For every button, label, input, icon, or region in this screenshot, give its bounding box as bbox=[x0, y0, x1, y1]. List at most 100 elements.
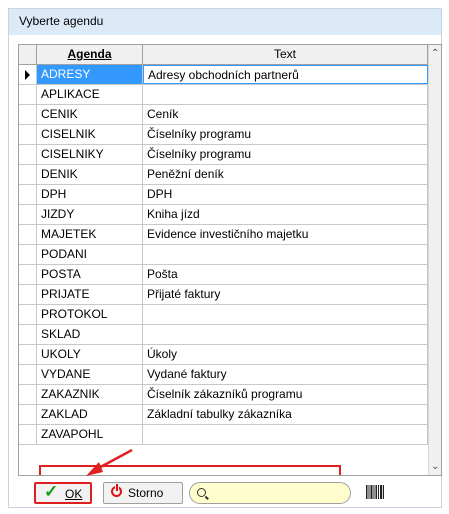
row-indicator bbox=[19, 205, 37, 224]
row-indicator bbox=[19, 65, 37, 84]
row-indicator bbox=[19, 85, 37, 104]
cell-agenda[interactable]: ZAVAPOHL bbox=[37, 425, 143, 444]
cell-agenda[interactable]: DENIK bbox=[37, 165, 143, 184]
ok-button[interactable]: ✓ OK bbox=[34, 482, 92, 504]
row-indicator bbox=[19, 105, 37, 124]
row-indicator bbox=[19, 305, 37, 324]
ok-button-label: OK bbox=[65, 487, 83, 501]
table-row[interactable]: ZAVAPOHL bbox=[19, 425, 428, 445]
cell-text[interactable]: DPH bbox=[143, 185, 428, 204]
cell-agenda[interactable]: POSTA bbox=[37, 265, 143, 284]
cell-text[interactable] bbox=[143, 85, 428, 104]
cell-text[interactable]: Kniha jízd bbox=[143, 205, 428, 224]
table-row[interactable]: SKLAD bbox=[19, 325, 428, 345]
cell-agenda[interactable]: ADRESY bbox=[37, 65, 143, 84]
annotation-highlight-box bbox=[39, 465, 341, 475]
row-indicator bbox=[19, 285, 37, 304]
title-bar: Vyberte agendu bbox=[9, 9, 441, 35]
cell-text[interactable]: Číselníky programu bbox=[143, 125, 428, 144]
cell-text[interactable]: Peněžní deník bbox=[143, 165, 428, 184]
search-input[interactable] bbox=[212, 485, 348, 503]
cell-agenda[interactable]: PODANI bbox=[37, 245, 143, 264]
table-row[interactable]: DENIK Peněžní deník bbox=[19, 165, 428, 185]
cell-text[interactable]: Základní tabulky zákazníka bbox=[143, 405, 428, 424]
header-text[interactable]: Text bbox=[143, 45, 428, 64]
cell-agenda[interactable]: APLIKACE bbox=[37, 85, 143, 104]
cell-text[interactable]: Adresy obchodních partnerů bbox=[143, 65, 428, 84]
grid-header: Agenda Text bbox=[19, 45, 428, 65]
table-row[interactable]: ADRESY Adresy obchodních partnerů bbox=[19, 65, 428, 85]
row-indicator bbox=[19, 185, 37, 204]
cell-text[interactable]: Číselníky programu bbox=[143, 145, 428, 164]
row-indicator bbox=[19, 145, 37, 164]
storno-button[interactable]: Storno bbox=[103, 482, 183, 504]
row-indicator bbox=[19, 345, 37, 364]
table-row[interactable]: JIZDY Kniha jízd bbox=[19, 205, 428, 225]
bottom-toolbar: ✓ OK Storno bbox=[9, 479, 441, 509]
cell-text[interactable]: Úkoly bbox=[143, 345, 428, 364]
cell-agenda[interactable]: MAJETEK bbox=[37, 225, 143, 244]
row-indicator bbox=[19, 245, 37, 264]
row-indicator bbox=[19, 225, 37, 244]
storno-button-label: Storno bbox=[128, 486, 164, 500]
cell-agenda[interactable]: DPH bbox=[37, 185, 143, 204]
agenda-grid[interactable]: Agenda Text ADRESY Adresy obchodních part… bbox=[18, 44, 442, 476]
scroll-up-icon[interactable]: ⌃ bbox=[431, 48, 439, 59]
row-indicator bbox=[19, 325, 37, 344]
table-row[interactable]: MAJETEK Evidence investičního majetku bbox=[19, 225, 428, 245]
select-agenda-dialog: Vyberte agendu Agenda Text ADRESY Adresy … bbox=[8, 8, 442, 508]
search-icon bbox=[197, 488, 206, 497]
cell-agenda[interactable]: UKOLY bbox=[37, 345, 143, 364]
table-row[interactable]: DPH DPH bbox=[19, 185, 428, 205]
cell-text[interactable]: Číselník zákazníků programu bbox=[143, 385, 428, 404]
cell-text[interactable] bbox=[143, 245, 428, 264]
table-row[interactable]: CENIK Ceník bbox=[19, 105, 428, 125]
table-row[interactable]: CISELNIKY Číselníky programu bbox=[19, 145, 428, 165]
cell-text[interactable]: Přijaté faktury bbox=[143, 285, 428, 304]
header-agenda[interactable]: Agenda bbox=[37, 45, 143, 64]
row-indicator bbox=[19, 125, 37, 144]
table-row[interactable]: ZAKLAD Základní tabulky zákazníka bbox=[19, 405, 428, 425]
cell-agenda[interactable]: ZAKAZNIK bbox=[37, 385, 143, 404]
vertical-scrollbar[interactable]: ⌃ ⌄ bbox=[428, 45, 441, 475]
header-indicator bbox=[19, 45, 37, 64]
cell-agenda[interactable]: VYDANE bbox=[37, 365, 143, 384]
row-indicator bbox=[19, 405, 37, 424]
cell-agenda[interactable]: JIZDY bbox=[37, 205, 143, 224]
table-row[interactable]: PODANI bbox=[19, 245, 428, 265]
search-box[interactable] bbox=[189, 482, 351, 504]
table-row[interactable]: VYDANE Vydané faktury bbox=[19, 365, 428, 385]
checkmark-icon: ✓ bbox=[44, 482, 59, 501]
cell-agenda[interactable]: SKLAD bbox=[37, 325, 143, 344]
cell-agenda[interactable]: CENIK bbox=[37, 105, 143, 124]
table-row[interactable]: APLIKACE bbox=[19, 85, 428, 105]
power-icon bbox=[111, 484, 122, 497]
cell-agenda[interactable]: PROTOKOL bbox=[37, 305, 143, 324]
row-pointer-icon bbox=[25, 70, 30, 80]
cell-agenda[interactable]: CISELNIK bbox=[37, 125, 143, 144]
scroll-down-icon[interactable]: ⌄ bbox=[431, 461, 439, 472]
table-row[interactable]: PRIJATE Přijaté faktury bbox=[19, 285, 428, 305]
cell-text[interactable]: Vydané faktury bbox=[143, 365, 428, 384]
row-indicator bbox=[19, 385, 37, 404]
table-row[interactable]: PROTOKOL bbox=[19, 305, 428, 325]
cell-text[interactable] bbox=[143, 325, 428, 344]
cell-agenda[interactable]: ZAKLAD bbox=[37, 405, 143, 424]
cell-text[interactable]: Ceník bbox=[143, 105, 428, 124]
cell-agenda[interactable]: CISELNIKY bbox=[37, 145, 143, 164]
row-indicator bbox=[19, 265, 37, 284]
cell-text[interactable]: Pošta bbox=[143, 265, 428, 284]
cell-agenda[interactable]: PRIJATE bbox=[37, 285, 143, 304]
window-title: Vyberte agendu bbox=[19, 14, 104, 28]
cell-text[interactable] bbox=[143, 425, 428, 444]
table-row[interactable]: ZAKAZNIK Číselník zákazníků programu bbox=[19, 385, 428, 405]
barcode-icon[interactable] bbox=[366, 485, 384, 499]
row-indicator bbox=[19, 165, 37, 184]
cell-text[interactable] bbox=[143, 305, 428, 324]
cell-text[interactable]: Evidence investičního majetku bbox=[143, 225, 428, 244]
row-indicator bbox=[19, 425, 37, 444]
table-row[interactable]: POSTA Pošta bbox=[19, 265, 428, 285]
row-indicator bbox=[19, 365, 37, 384]
table-row[interactable]: CISELNIK Číselníky programu bbox=[19, 125, 428, 145]
table-row[interactable]: UKOLY Úkoly bbox=[19, 345, 428, 365]
